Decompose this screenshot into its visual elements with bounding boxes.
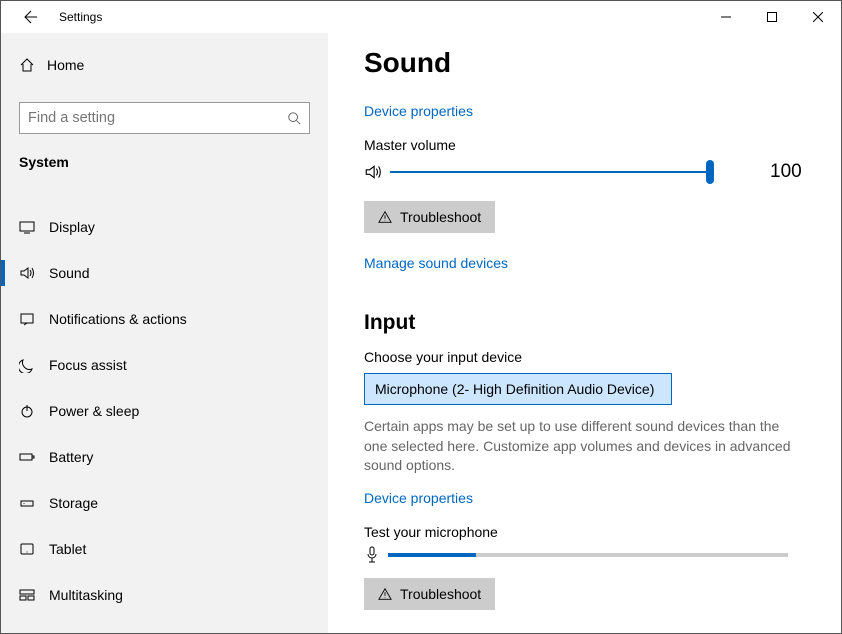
warning-icon (378, 587, 392, 601)
search-field[interactable] (28, 110, 287, 126)
sidebar-item-focus-assist[interactable]: Focus assist (1, 342, 328, 388)
sidebar-item-multitasking[interactable]: Multitasking (1, 572, 328, 618)
troubleshoot-label: Troubleshoot (400, 209, 481, 225)
master-volume-slider[interactable] (390, 162, 710, 182)
sidebar-item-sound[interactable]: Sound (1, 250, 328, 296)
home-icon (19, 57, 47, 73)
input-description: Certain apps may be set up to use differ… (364, 417, 804, 476)
sidebar-item-tablet[interactable]: Tablet (1, 526, 328, 572)
sidebar-item-label: Tablet (49, 541, 86, 557)
sidebar-item-label: Power & sleep (49, 403, 139, 419)
notifications-icon (19, 311, 49, 327)
mic-level-meter (388, 553, 788, 557)
close-button[interactable] (795, 1, 841, 33)
troubleshoot-label: Troubleshoot (400, 586, 481, 602)
sidebar: Home System Display Sound (1, 33, 328, 633)
titlebar: Settings (1, 1, 841, 33)
input-heading: Input (364, 311, 805, 335)
search-icon (287, 111, 301, 125)
sidebar-item-label: Storage (49, 495, 98, 511)
sidebar-item-label: Notifications & actions (49, 311, 187, 327)
test-mic-label: Test your microphone (364, 524, 805, 540)
sidebar-item-label: Display (49, 219, 95, 235)
window-title: Settings (59, 10, 102, 24)
troubleshoot-output-button[interactable]: Troubleshoot (364, 201, 495, 233)
sidebar-item-storage[interactable]: Storage (1, 480, 328, 526)
sound-icon (19, 265, 49, 281)
tablet-icon (19, 541, 49, 557)
input-device-select[interactable]: Microphone (2- High Definition Audio Dev… (364, 373, 672, 405)
master-volume-value: 100 (770, 161, 802, 183)
master-volume-label: Master volume (364, 137, 805, 153)
slider-thumb[interactable] (706, 160, 714, 184)
search-input[interactable] (19, 102, 310, 134)
troubleshoot-input-button[interactable]: Troubleshoot (364, 578, 495, 610)
sidebar-item-label: Battery (49, 449, 93, 465)
microphone-icon (364, 546, 380, 564)
home-link[interactable]: Home (1, 45, 328, 85)
input-device-value: Microphone (2- High Definition Audio Dev… (375, 381, 654, 397)
maximize-button[interactable] (749, 1, 795, 33)
sidebar-item-display[interactable]: Display (1, 204, 328, 250)
device-properties-link[interactable]: Device properties (364, 103, 805, 119)
settings-window: Settings Home (0, 0, 842, 634)
sidebar-item-notifications[interactable]: Notifications & actions (1, 296, 328, 342)
sidebar-item-label: Multitasking (49, 587, 123, 603)
page-title: Sound (364, 47, 805, 79)
display-icon (19, 219, 49, 235)
focus-assist-icon (19, 357, 49, 373)
manage-sound-devices-link[interactable]: Manage sound devices (364, 255, 805, 271)
minimize-button[interactable] (703, 1, 749, 33)
choose-input-label: Choose your input device (364, 349, 805, 365)
input-device-properties-link[interactable]: Device properties (364, 490, 805, 506)
power-icon (19, 403, 49, 419)
warning-icon (378, 210, 392, 224)
multitasking-icon (19, 587, 49, 603)
speaker-icon (364, 163, 390, 181)
sidebar-item-battery[interactable]: Battery (1, 434, 328, 480)
sidebar-item-power-sleep[interactable]: Power & sleep (1, 388, 328, 434)
storage-icon (19, 495, 49, 511)
sidebar-item-label: Sound (49, 265, 89, 281)
content-area: Sound Device properties Master volume 10… (328, 33, 841, 633)
back-button[interactable] (13, 1, 45, 33)
home-label: Home (47, 57, 84, 73)
category-title: System (1, 154, 328, 184)
battery-icon (19, 449, 49, 465)
sidebar-item-label: Focus assist (49, 357, 127, 373)
